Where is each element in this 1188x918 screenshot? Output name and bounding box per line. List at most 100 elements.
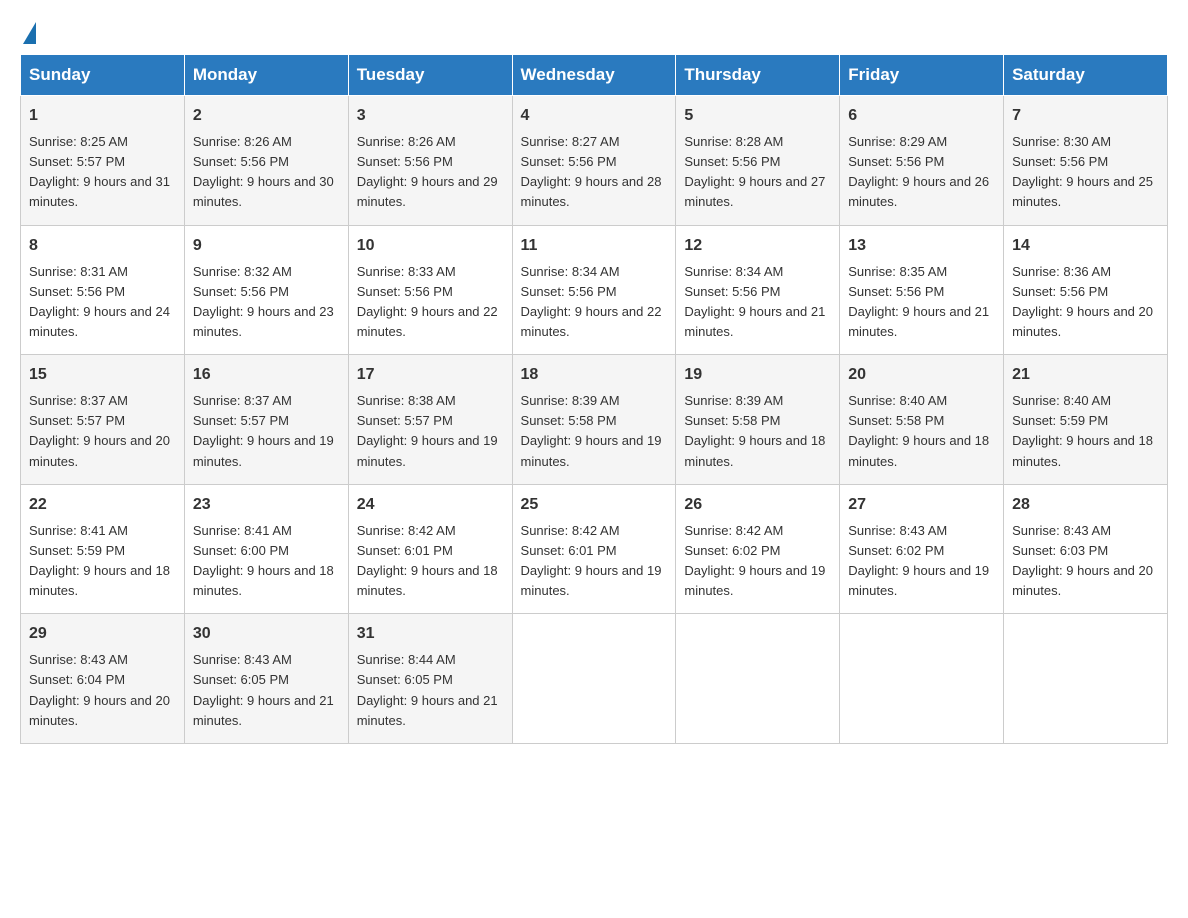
day-number: 20: [848, 363, 995, 387]
calendar-cell: 16 Sunrise: 8:37 AMSunset: 5:57 PMDayligh…: [184, 355, 348, 485]
calendar-cell: 1 Sunrise: 8:25 AMSunset: 5:57 PMDaylight…: [21, 96, 185, 226]
day-number: 13: [848, 234, 995, 258]
day-info: Sunrise: 8:30 AMSunset: 5:56 PMDaylight:…: [1012, 134, 1153, 209]
calendar-cell: [676, 614, 840, 744]
day-info: Sunrise: 8:42 AMSunset: 6:02 PMDaylight:…: [684, 523, 825, 598]
day-info: Sunrise: 8:38 AMSunset: 5:57 PMDaylight:…: [357, 393, 498, 468]
calendar-cell: 17 Sunrise: 8:38 AMSunset: 5:57 PMDayligh…: [348, 355, 512, 485]
calendar-cell: 12 Sunrise: 8:34 AMSunset: 5:56 PMDayligh…: [676, 225, 840, 355]
day-info: Sunrise: 8:25 AMSunset: 5:57 PMDaylight:…: [29, 134, 170, 209]
day-number: 9: [193, 234, 340, 258]
calendar-cell: 15 Sunrise: 8:37 AMSunset: 5:57 PMDayligh…: [21, 355, 185, 485]
day-info: Sunrise: 8:37 AMSunset: 5:57 PMDaylight:…: [193, 393, 334, 468]
calendar-cell: [1004, 614, 1168, 744]
day-number: 21: [1012, 363, 1159, 387]
day-number: 8: [29, 234, 176, 258]
day-info: Sunrise: 8:31 AMSunset: 5:56 PMDaylight:…: [29, 264, 170, 339]
calendar-cell: 31 Sunrise: 8:44 AMSunset: 6:05 PMDayligh…: [348, 614, 512, 744]
calendar-cell: 7 Sunrise: 8:30 AMSunset: 5:56 PMDaylight…: [1004, 96, 1168, 226]
day-number: 5: [684, 104, 831, 128]
day-info: Sunrise: 8:39 AMSunset: 5:58 PMDaylight:…: [521, 393, 662, 468]
calendar-cell: 18 Sunrise: 8:39 AMSunset: 5:58 PMDayligh…: [512, 355, 676, 485]
day-number: 31: [357, 622, 504, 646]
day-info: Sunrise: 8:29 AMSunset: 5:56 PMDaylight:…: [848, 134, 989, 209]
calendar-cell: 8 Sunrise: 8:31 AMSunset: 5:56 PMDaylight…: [21, 225, 185, 355]
day-info: Sunrise: 8:40 AMSunset: 5:59 PMDaylight:…: [1012, 393, 1153, 468]
calendar-cell: 28Sunrise: 8:43 AMSunset: 6:03 PMDayligh…: [1004, 484, 1168, 614]
day-number: 4: [521, 104, 668, 128]
calendar-cell: 30Sunrise: 8:43 AMSunset: 6:05 PMDayligh…: [184, 614, 348, 744]
calendar-cell: 10 Sunrise: 8:33 AMSunset: 5:56 PMDayligh…: [348, 225, 512, 355]
day-info: Sunrise: 8:26 AMSunset: 5:56 PMDaylight:…: [357, 134, 498, 209]
calendar-weekday-thursday: Thursday: [676, 55, 840, 96]
calendar-cell: 27 Sunrise: 8:43 AMSunset: 6:02 PMDayligh…: [840, 484, 1004, 614]
day-info: Sunrise: 8:34 AMSunset: 5:56 PMDaylight:…: [521, 264, 662, 339]
calendar-cell: 14 Sunrise: 8:36 AMSunset: 5:56 PMDayligh…: [1004, 225, 1168, 355]
day-number: 12: [684, 234, 831, 258]
day-number: 7: [1012, 104, 1159, 128]
day-number: 19: [684, 363, 831, 387]
day-number: 10: [357, 234, 504, 258]
day-number: 2: [193, 104, 340, 128]
calendar-header-row: SundayMondayTuesdayWednesdayThursdayFrid…: [21, 55, 1168, 96]
calendar-weekday-wednesday: Wednesday: [512, 55, 676, 96]
calendar-cell: 6 Sunrise: 8:29 AMSunset: 5:56 PMDaylight…: [840, 96, 1004, 226]
calendar-cell: 9 Sunrise: 8:32 AMSunset: 5:56 PMDaylight…: [184, 225, 348, 355]
day-number: 27: [848, 493, 995, 517]
calendar-cell: 25 Sunrise: 8:42 AMSunset: 6:01 PMDayligh…: [512, 484, 676, 614]
day-info: Sunrise: 8:42 AMSunset: 6:01 PMDaylight:…: [521, 523, 662, 598]
day-number: 18: [521, 363, 668, 387]
day-number: 26: [684, 493, 831, 517]
day-number: 30: [193, 622, 340, 646]
day-number: 23: [193, 493, 340, 517]
calendar-cell: 22 Sunrise: 8:41 AMSunset: 5:59 PMDayligh…: [21, 484, 185, 614]
calendar-weekday-sunday: Sunday: [21, 55, 185, 96]
calendar-cell: 4 Sunrise: 8:27 AMSunset: 5:56 PMDaylight…: [512, 96, 676, 226]
calendar-cell: 21 Sunrise: 8:40 AMSunset: 5:59 PMDayligh…: [1004, 355, 1168, 485]
day-number: 15: [29, 363, 176, 387]
day-info: Sunrise: 8:34 AMSunset: 5:56 PMDaylight:…: [684, 264, 825, 339]
day-number: 25: [521, 493, 668, 517]
calendar-cell: 3 Sunrise: 8:26 AMSunset: 5:56 PMDaylight…: [348, 96, 512, 226]
day-info: Sunrise: 8:37 AMSunset: 5:57 PMDaylight:…: [29, 393, 170, 468]
logo: [20, 20, 36, 44]
day-number: 14: [1012, 234, 1159, 258]
day-info: Sunrise: 8:40 AMSunset: 5:58 PMDaylight:…: [848, 393, 989, 468]
day-number: 16: [193, 363, 340, 387]
day-info: Sunrise: 8:44 AMSunset: 6:05 PMDaylight:…: [357, 652, 498, 727]
day-number: 3: [357, 104, 504, 128]
day-number: 1: [29, 104, 176, 128]
calendar-week-row: 1 Sunrise: 8:25 AMSunset: 5:57 PMDaylight…: [21, 96, 1168, 226]
calendar-cell: 2 Sunrise: 8:26 AMSunset: 5:56 PMDaylight…: [184, 96, 348, 226]
calendar-cell: 23 Sunrise: 8:41 AMSunset: 6:00 PMDayligh…: [184, 484, 348, 614]
calendar-week-row: 15 Sunrise: 8:37 AMSunset: 5:57 PMDayligh…: [21, 355, 1168, 485]
day-number: 6: [848, 104, 995, 128]
day-info: Sunrise: 8:41 AMSunset: 6:00 PMDaylight:…: [193, 523, 334, 598]
day-info: Sunrise: 8:27 AMSunset: 5:56 PMDaylight:…: [521, 134, 662, 209]
calendar-cell: [512, 614, 676, 744]
calendar-cell: 5 Sunrise: 8:28 AMSunset: 5:56 PMDaylight…: [676, 96, 840, 226]
calendar-weekday-friday: Friday: [840, 55, 1004, 96]
day-info: Sunrise: 8:32 AMSunset: 5:56 PMDaylight:…: [193, 264, 334, 339]
calendar-cell: 11 Sunrise: 8:34 AMSunset: 5:56 PMDayligh…: [512, 225, 676, 355]
day-number: 29: [29, 622, 176, 646]
day-info: Sunrise: 8:36 AMSunset: 5:56 PMDaylight:…: [1012, 264, 1153, 339]
day-info: Sunrise: 8:26 AMSunset: 5:56 PMDaylight:…: [193, 134, 334, 209]
calendar-cell: 13 Sunrise: 8:35 AMSunset: 5:56 PMDayligh…: [840, 225, 1004, 355]
day-info: Sunrise: 8:33 AMSunset: 5:56 PMDaylight:…: [357, 264, 498, 339]
day-info: Sunrise: 8:28 AMSunset: 5:56 PMDaylight:…: [684, 134, 825, 209]
calendar-cell: 20 Sunrise: 8:40 AMSunset: 5:58 PMDayligh…: [840, 355, 1004, 485]
calendar-table: SundayMondayTuesdayWednesdayThursdayFrid…: [20, 54, 1168, 744]
day-number: 17: [357, 363, 504, 387]
calendar-cell: 29Sunrise: 8:43 AMSunset: 6:04 PMDayligh…: [21, 614, 185, 744]
day-info: Sunrise: 8:35 AMSunset: 5:56 PMDaylight:…: [848, 264, 989, 339]
day-number: 11: [521, 234, 668, 258]
page-header: [20, 20, 1168, 44]
calendar-cell: 26 Sunrise: 8:42 AMSunset: 6:02 PMDayligh…: [676, 484, 840, 614]
day-info: Sunrise: 8:43 AMSunset: 6:02 PMDaylight:…: [848, 523, 989, 598]
day-info: Sunrise: 8:41 AMSunset: 5:59 PMDaylight:…: [29, 523, 170, 598]
calendar-weekday-tuesday: Tuesday: [348, 55, 512, 96]
day-info: Sunrise: 8:42 AMSunset: 6:01 PMDaylight:…: [357, 523, 498, 598]
day-number: 22: [29, 493, 176, 517]
calendar-week-row: 8 Sunrise: 8:31 AMSunset: 5:56 PMDaylight…: [21, 225, 1168, 355]
